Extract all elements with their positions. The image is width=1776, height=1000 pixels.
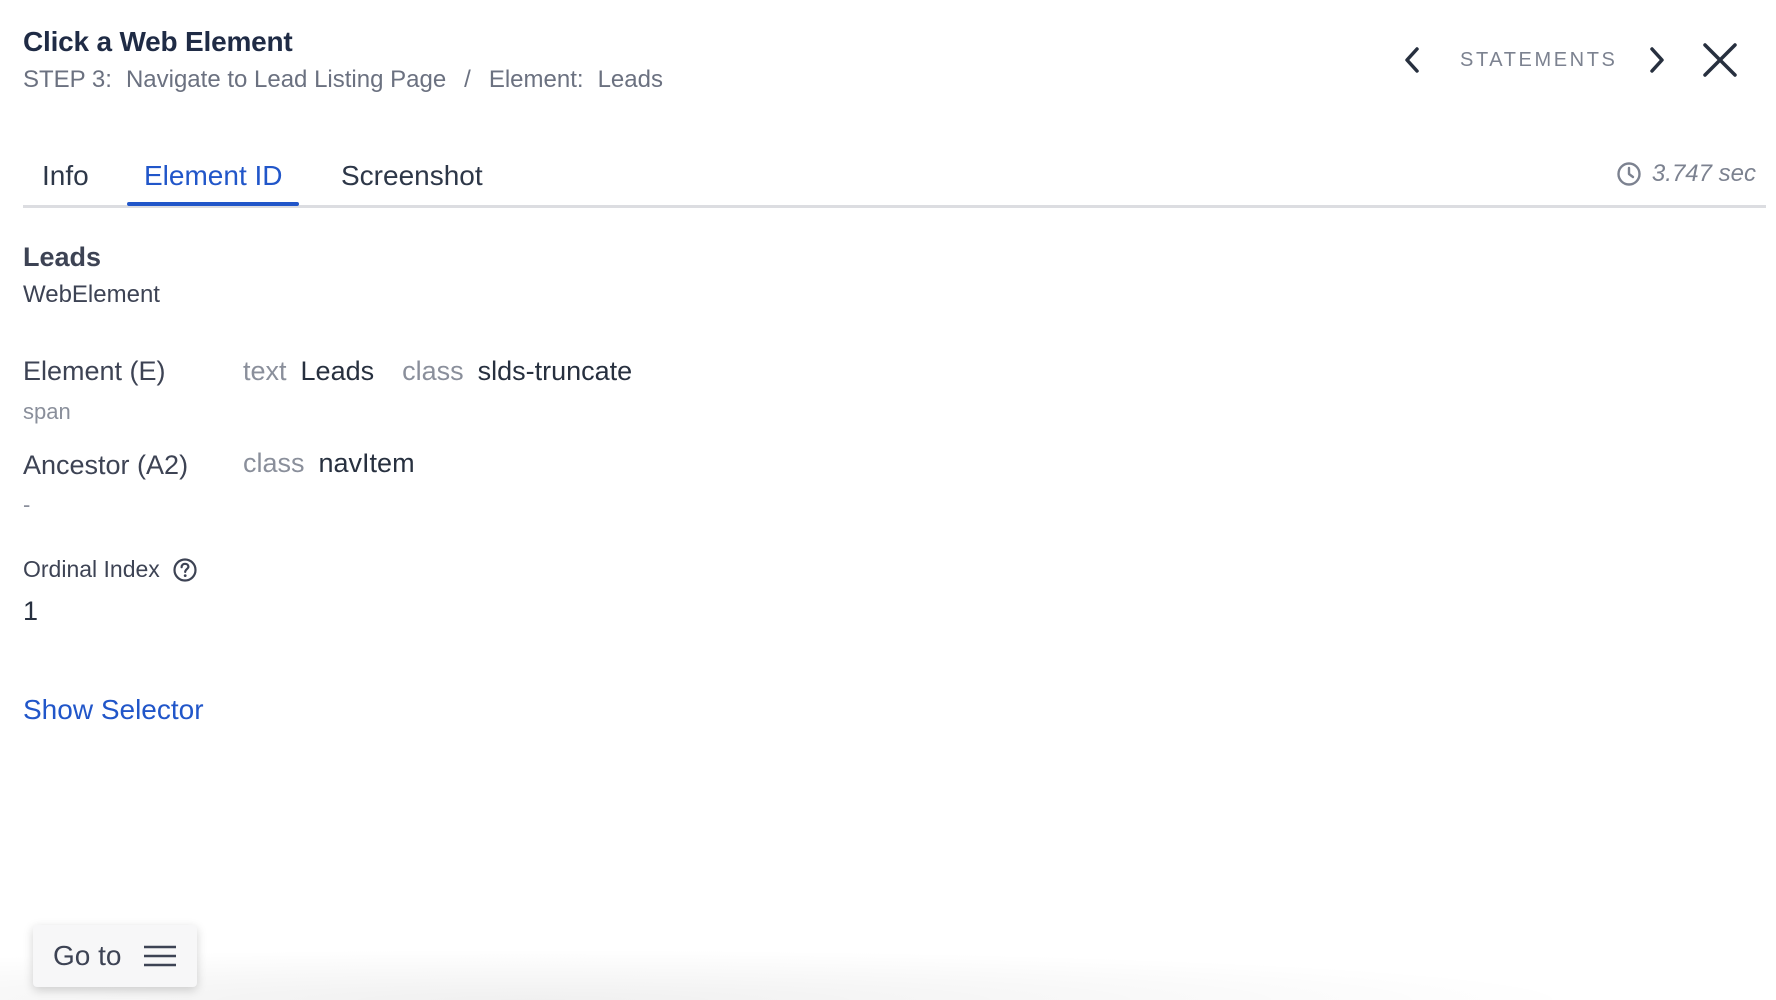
close-icon: [1703, 43, 1737, 77]
chevron-left-icon: [1405, 47, 1419, 73]
bottom-shadow: [0, 940, 1776, 1000]
close-button[interactable]: [1696, 36, 1744, 84]
ordinal-help-button[interactable]: [172, 557, 198, 583]
page-title: Click a Web Element: [23, 26, 293, 57]
element-name: Leads: [23, 242, 102, 272]
tab-bar: Info Element ID Screenshot 3.747 sec: [23, 152, 1766, 208]
breadcrumb-step: STEP 3:: [23, 66, 112, 93]
active-tab-indicator: [127, 202, 299, 206]
ordinal-index-label: Ordinal Index: [23, 556, 198, 583]
statements-navigator: STATEMENTS: [1392, 40, 1677, 80]
chevron-right-icon: [1650, 47, 1665, 73]
breadcrumb-element-name: Leads: [597, 66, 663, 93]
element-details-panel: Click a Web Element STEP 3: Navigate to L…: [0, 0, 1776, 1000]
element-row-tag: span: [23, 399, 71, 424]
go-to-label: Go to: [53, 940, 122, 971]
element-row-attributes: text Leads class slds-truncate: [243, 356, 660, 387]
next-statement-button[interactable]: [1637, 40, 1677, 80]
tab-screenshot[interactable]: Screenshot: [341, 160, 483, 208]
go-to-menu-button[interactable]: Go to: [33, 925, 197, 987]
statements-label: STATEMENTS: [1460, 48, 1618, 71]
help-circle-icon: [173, 557, 197, 582]
ancestor-row-tag: -: [23, 492, 31, 517]
breadcrumb: STEP 3: Navigate to Lead Listing Page / Ele…: [23, 66, 677, 94]
clock-icon: [1617, 162, 1641, 186]
show-selector-link[interactable]: Show Selector: [23, 694, 204, 726]
element-row-label: Element (E): [23, 356, 166, 386]
ordinal-index-text: Ordinal Index: [23, 556, 160, 582]
attr-value: slds-truncate: [477, 356, 633, 386]
tab-element-id[interactable]: Element ID: [144, 160, 283, 208]
timer-value: 3.747 sec: [1651, 160, 1756, 187]
element-type: WebElement: [23, 281, 160, 308]
ordinal-index-value: 1: [23, 596, 39, 626]
ancestor-row-attributes: class navItem: [243, 448, 443, 479]
attr-key: class: [243, 448, 305, 478]
previous-statement-button[interactable]: [1392, 40, 1432, 80]
breadcrumb-element-label: Element:: [488, 66, 584, 93]
breadcrumb-step-name: Navigate to Lead Listing Page: [125, 66, 447, 93]
attr-value: navItem: [318, 448, 415, 478]
hamburger-menu-icon: [144, 945, 177, 967]
tab-info[interactable]: Info: [42, 160, 89, 208]
breadcrumb-separator: /: [464, 66, 471, 93]
ancestor-row-label: Ancestor (A2): [23, 450, 189, 480]
attr-key: class: [402, 356, 464, 386]
execution-timer: 3.747 sec: [1616, 160, 1756, 188]
attr-key: text: [243, 356, 287, 386]
attr-value: Leads: [300, 356, 375, 386]
